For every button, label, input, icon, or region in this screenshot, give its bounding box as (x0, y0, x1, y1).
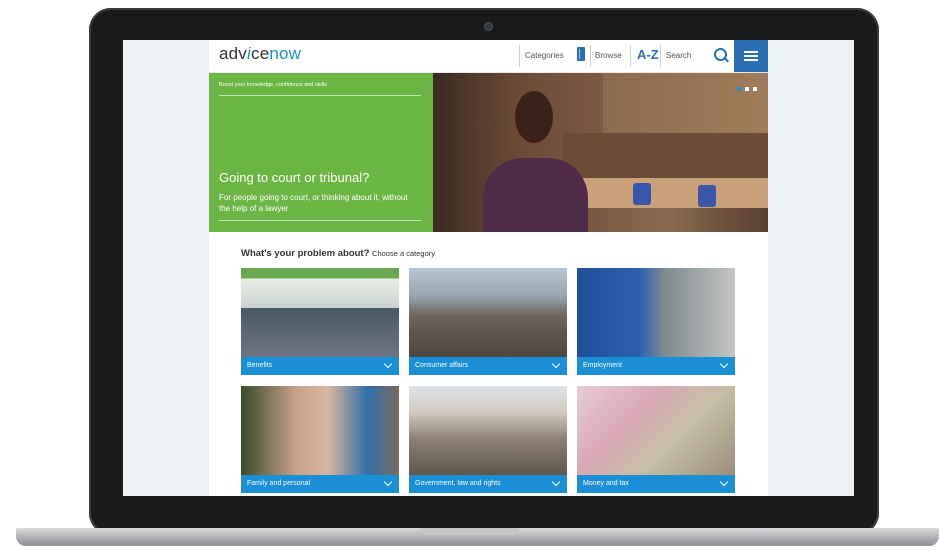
chevron-down-icon (719, 477, 729, 487)
category-bar[interactable]: Government, law and rights (409, 475, 567, 493)
category-label: Employment (583, 362, 622, 369)
category-tile-money-and-tax[interactable]: Money and tax (577, 386, 735, 493)
category-tile-consumer-affairs[interactable]: Consumer affairs (409, 268, 567, 375)
category-label: Family and personal (247, 480, 311, 487)
category-bar[interactable]: Consumer affairs (409, 357, 567, 375)
logo-text-now: now (269, 44, 302, 63)
site-header: advicenow Categories Browse A-Z Search (209, 40, 768, 73)
hero-kicker: Boost your knowledge, confidence and ski… (219, 82, 327, 88)
hero-banner[interactable]: Boost your knowledge, confidence and ski… (209, 73, 768, 232)
hero-text-panel: Boost your knowledge, confidence and ski… (209, 73, 433, 232)
nav-divider (519, 45, 520, 67)
problem-subtitle: Choose a category (372, 249, 436, 258)
chevron-down-icon (383, 477, 393, 487)
web-page: advicenow Categories Browse A-Z Search B… (209, 40, 768, 496)
logo-text-ce: ce (251, 44, 270, 63)
category-tile-benefits[interactable]: Benefits (241, 268, 399, 375)
carousel-dots (733, 78, 757, 96)
site-logo[interactable]: advicenow (219, 44, 301, 64)
laptop-screen: advicenow Categories Browse A-Z Search B… (123, 40, 854, 496)
nav-categories[interactable]: Categories (525, 51, 564, 60)
courtroom-bench (563, 133, 768, 183)
category-image (577, 268, 735, 357)
courtroom-chair (633, 183, 651, 205)
hero-title[interactable]: Going to court or tribunal? (219, 170, 369, 185)
carousel-dot[interactable] (753, 87, 757, 91)
menu-icon (744, 51, 758, 53)
logo-text-adv: adv (219, 44, 248, 63)
laptop-notch (421, 528, 519, 535)
carousel-dot[interactable] (745, 87, 749, 91)
category-label: Consumer affairs (415, 362, 469, 369)
hero-divider (219, 95, 421, 96)
category-label: Money and tax (583, 480, 629, 487)
hero-subtitle: For people going to court, or thinking a… (219, 193, 408, 213)
courtroom-chair (698, 185, 716, 207)
nav-a-z[interactable]: A-Z (637, 47, 659, 62)
menu-icon-line (744, 59, 758, 61)
book-icon[interactable] (577, 47, 585, 61)
presenter-figure (483, 158, 588, 232)
category-image (409, 386, 567, 475)
category-image (241, 386, 399, 475)
chevron-down-icon (551, 359, 561, 369)
category-image (241, 268, 399, 357)
problem-heading: What's your problem about? Choose a cate… (241, 248, 435, 259)
hero-image-courtroom (433, 73, 768, 232)
category-bar[interactable]: Employment (577, 357, 735, 375)
menu-button[interactable] (734, 40, 768, 72)
webcam (484, 22, 493, 31)
category-tile-government-law-and-rights[interactable]: Government, law and rights (409, 386, 567, 493)
presenter-head (515, 91, 553, 143)
nav-search[interactable]: Search (666, 51, 691, 60)
category-tile-employment[interactable]: Employment (577, 268, 735, 375)
chevron-down-icon (383, 359, 393, 369)
problem-title: What's your problem about? (241, 248, 370, 259)
menu-icon-line (744, 55, 758, 57)
category-image (577, 386, 735, 475)
hero-divider (219, 220, 421, 221)
courtroom-desk (583, 178, 768, 208)
category-bar[interactable]: Benefits (241, 357, 399, 375)
nav-browse[interactable]: Browse (595, 51, 622, 60)
nav-divider (660, 45, 661, 67)
nav-divider (630, 45, 631, 67)
category-tile-family-and-personal[interactable]: Family and personal (241, 386, 399, 493)
category-label: Benefits (247, 362, 273, 369)
category-image (409, 268, 567, 357)
nav-divider (590, 45, 591, 67)
search-icon[interactable] (714, 48, 727, 61)
carousel-dot[interactable] (737, 87, 741, 91)
chevron-down-icon (551, 477, 561, 487)
category-bar[interactable]: Family and personal (241, 475, 399, 493)
chevron-down-icon (719, 359, 729, 369)
category-label: Government, law and rights (415, 480, 501, 487)
category-bar[interactable]: Money and tax (577, 475, 735, 493)
